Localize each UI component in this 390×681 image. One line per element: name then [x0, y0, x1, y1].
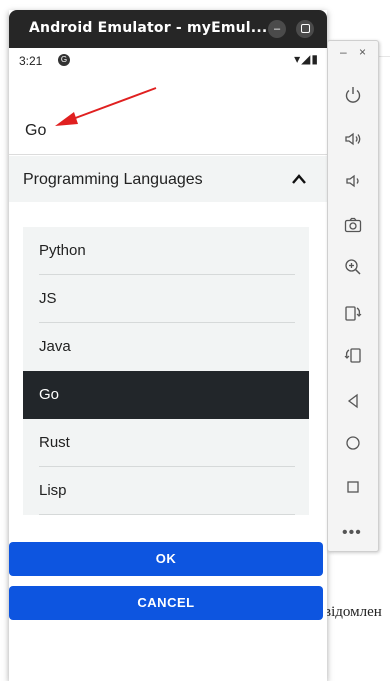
option-label: JS [39, 290, 57, 307]
emulator-titlebar[interactable]: Android Emulator - myEmul... – [9, 10, 327, 48]
option-label: Java [39, 338, 71, 355]
option-label: Python [39, 242, 86, 259]
option-rust[interactable]: Rust [23, 419, 309, 467]
zoom-icon[interactable] [341, 255, 365, 279]
selected-value-text: Go [25, 122, 47, 139]
window-title: Android Emulator - myEmul... [29, 20, 268, 36]
android-screen: 3:21 G ▾◢▮ Go Programming Languages Pyth… [9, 48, 327, 681]
accordion-title: Programming Languages [23, 171, 203, 188]
notification-icon: G [58, 54, 70, 66]
option-label: Rust [39, 434, 70, 451]
options-list: Python JS Java Go Rust Lisp [23, 227, 309, 515]
maximize-icon [300, 23, 310, 33]
emulator-toolbar: – × ••• [327, 40, 379, 552]
option-go[interactable]: Go [23, 371, 309, 419]
accordion-header[interactable]: Programming Languages [9, 156, 327, 202]
rotate-left-icon[interactable] [341, 301, 365, 325]
option-js[interactable]: JS [23, 275, 309, 323]
volume-up-icon[interactable] [341, 127, 365, 151]
toolbar-header: – × [328, 41, 378, 65]
option-java[interactable]: Java [23, 323, 309, 371]
power-icon[interactable] [341, 83, 365, 107]
option-python[interactable]: Python [23, 227, 309, 275]
option-label: Go [39, 386, 60, 403]
divider [39, 514, 295, 515]
maximize-window-button[interactable] [296, 20, 314, 38]
background-text-fragment: відомлен [324, 604, 382, 620]
overview-icon[interactable] [341, 475, 365, 499]
divider [9, 154, 327, 155]
volume-down-icon[interactable] [341, 169, 365, 193]
back-icon[interactable] [341, 389, 365, 413]
cancel-button[interactable]: CANCEL [9, 586, 323, 620]
signal-battery-icon: ▾◢▮ [294, 52, 319, 66]
chevron-up-icon [292, 174, 306, 184]
toolbar-minimize-button[interactable]: – [340, 45, 347, 59]
home-icon[interactable] [341, 431, 365, 455]
minimize-window-button[interactable]: – [268, 20, 286, 38]
option-lisp[interactable]: Lisp [23, 467, 309, 515]
toolbar-close-button[interactable]: × [359, 45, 366, 59]
rotate-right-icon[interactable] [341, 343, 365, 367]
status-time: 3:21 [19, 54, 43, 68]
more-options-icon[interactable]: ••• [342, 524, 362, 542]
option-label: Lisp [39, 482, 67, 499]
status-bar: 3:21 G ▾◢▮ [9, 48, 327, 74]
camera-icon[interactable] [341, 213, 365, 237]
ok-button[interactable]: OK [9, 542, 323, 576]
